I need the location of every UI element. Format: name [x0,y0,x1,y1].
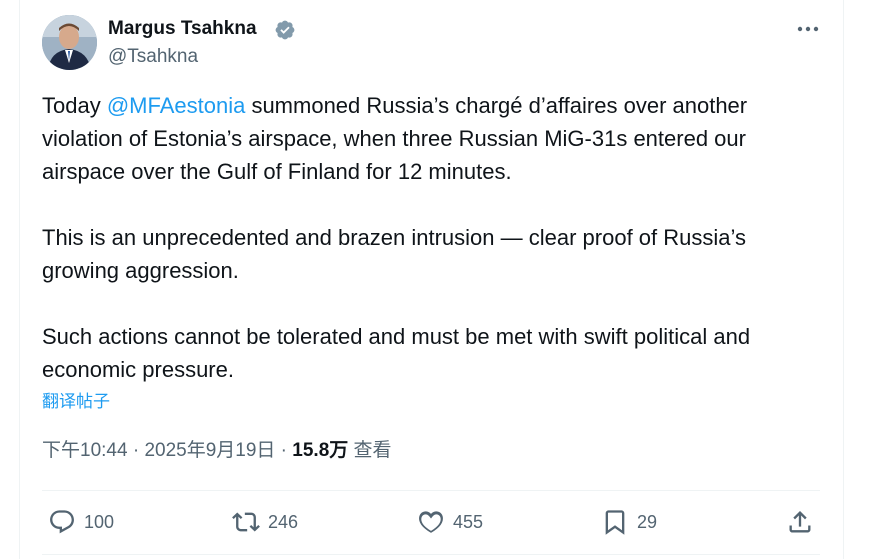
divider [42,554,820,555]
views-count[interactable]: 15.8万 [292,440,348,461]
reply-icon [50,510,74,534]
tweet-text: Today @MFAestonia summoned Russia’s char… [42,89,822,386]
share-button[interactable] [786,507,814,537]
verified-badge-icon[interactable] [274,19,296,41]
mention-link[interactable]: @MFAestonia [107,93,246,118]
bookmark-icon [605,510,625,535]
like-count: 455 [453,511,484,532]
tweet-paragraph: This is an unprecedented and brazen intr… [42,225,746,283]
retweet-count: 246 [268,511,299,532]
views-label: 查看 [348,440,392,461]
like-button[interactable]: 455 [417,507,483,537]
share-icon [789,511,811,533]
divider [42,490,820,491]
tweet-text-segment: Today [42,93,107,118]
heart-icon [419,511,443,533]
translate-post-link[interactable]: 翻译帖子 [42,391,110,413]
author-name[interactable]: Margus Tsahkna [108,17,257,41]
meta-separator: · [275,440,293,461]
tweet-paragraph: Today @MFAestonia summoned Russia’s char… [42,89,822,188]
reply-button[interactable]: 100 [48,507,114,537]
tweet-date[interactable]: 2025年9月19日 [144,440,275,461]
tweet-paragraph: Such actions cannot be tolerated and mus… [42,324,751,382]
avatar[interactable] [42,15,97,70]
tweet-time[interactable]: 下午10:44 [42,440,128,461]
avatar-image [42,15,97,70]
meta-separator: · [127,440,145,461]
bookmark-button[interactable]: 29 [601,507,657,537]
author-handle[interactable]: @Tsahkna [108,45,198,69]
bookmark-count: 29 [637,511,658,532]
more-dots-icon[interactable] [795,18,821,40]
reply-count: 100 [84,511,115,532]
retweet-button[interactable]: 246 [232,507,298,537]
retweet-icon [232,512,260,532]
tweet-meta: 下午10:44 · 2025年9月19日 · 15.8万 查看 [42,438,392,464]
